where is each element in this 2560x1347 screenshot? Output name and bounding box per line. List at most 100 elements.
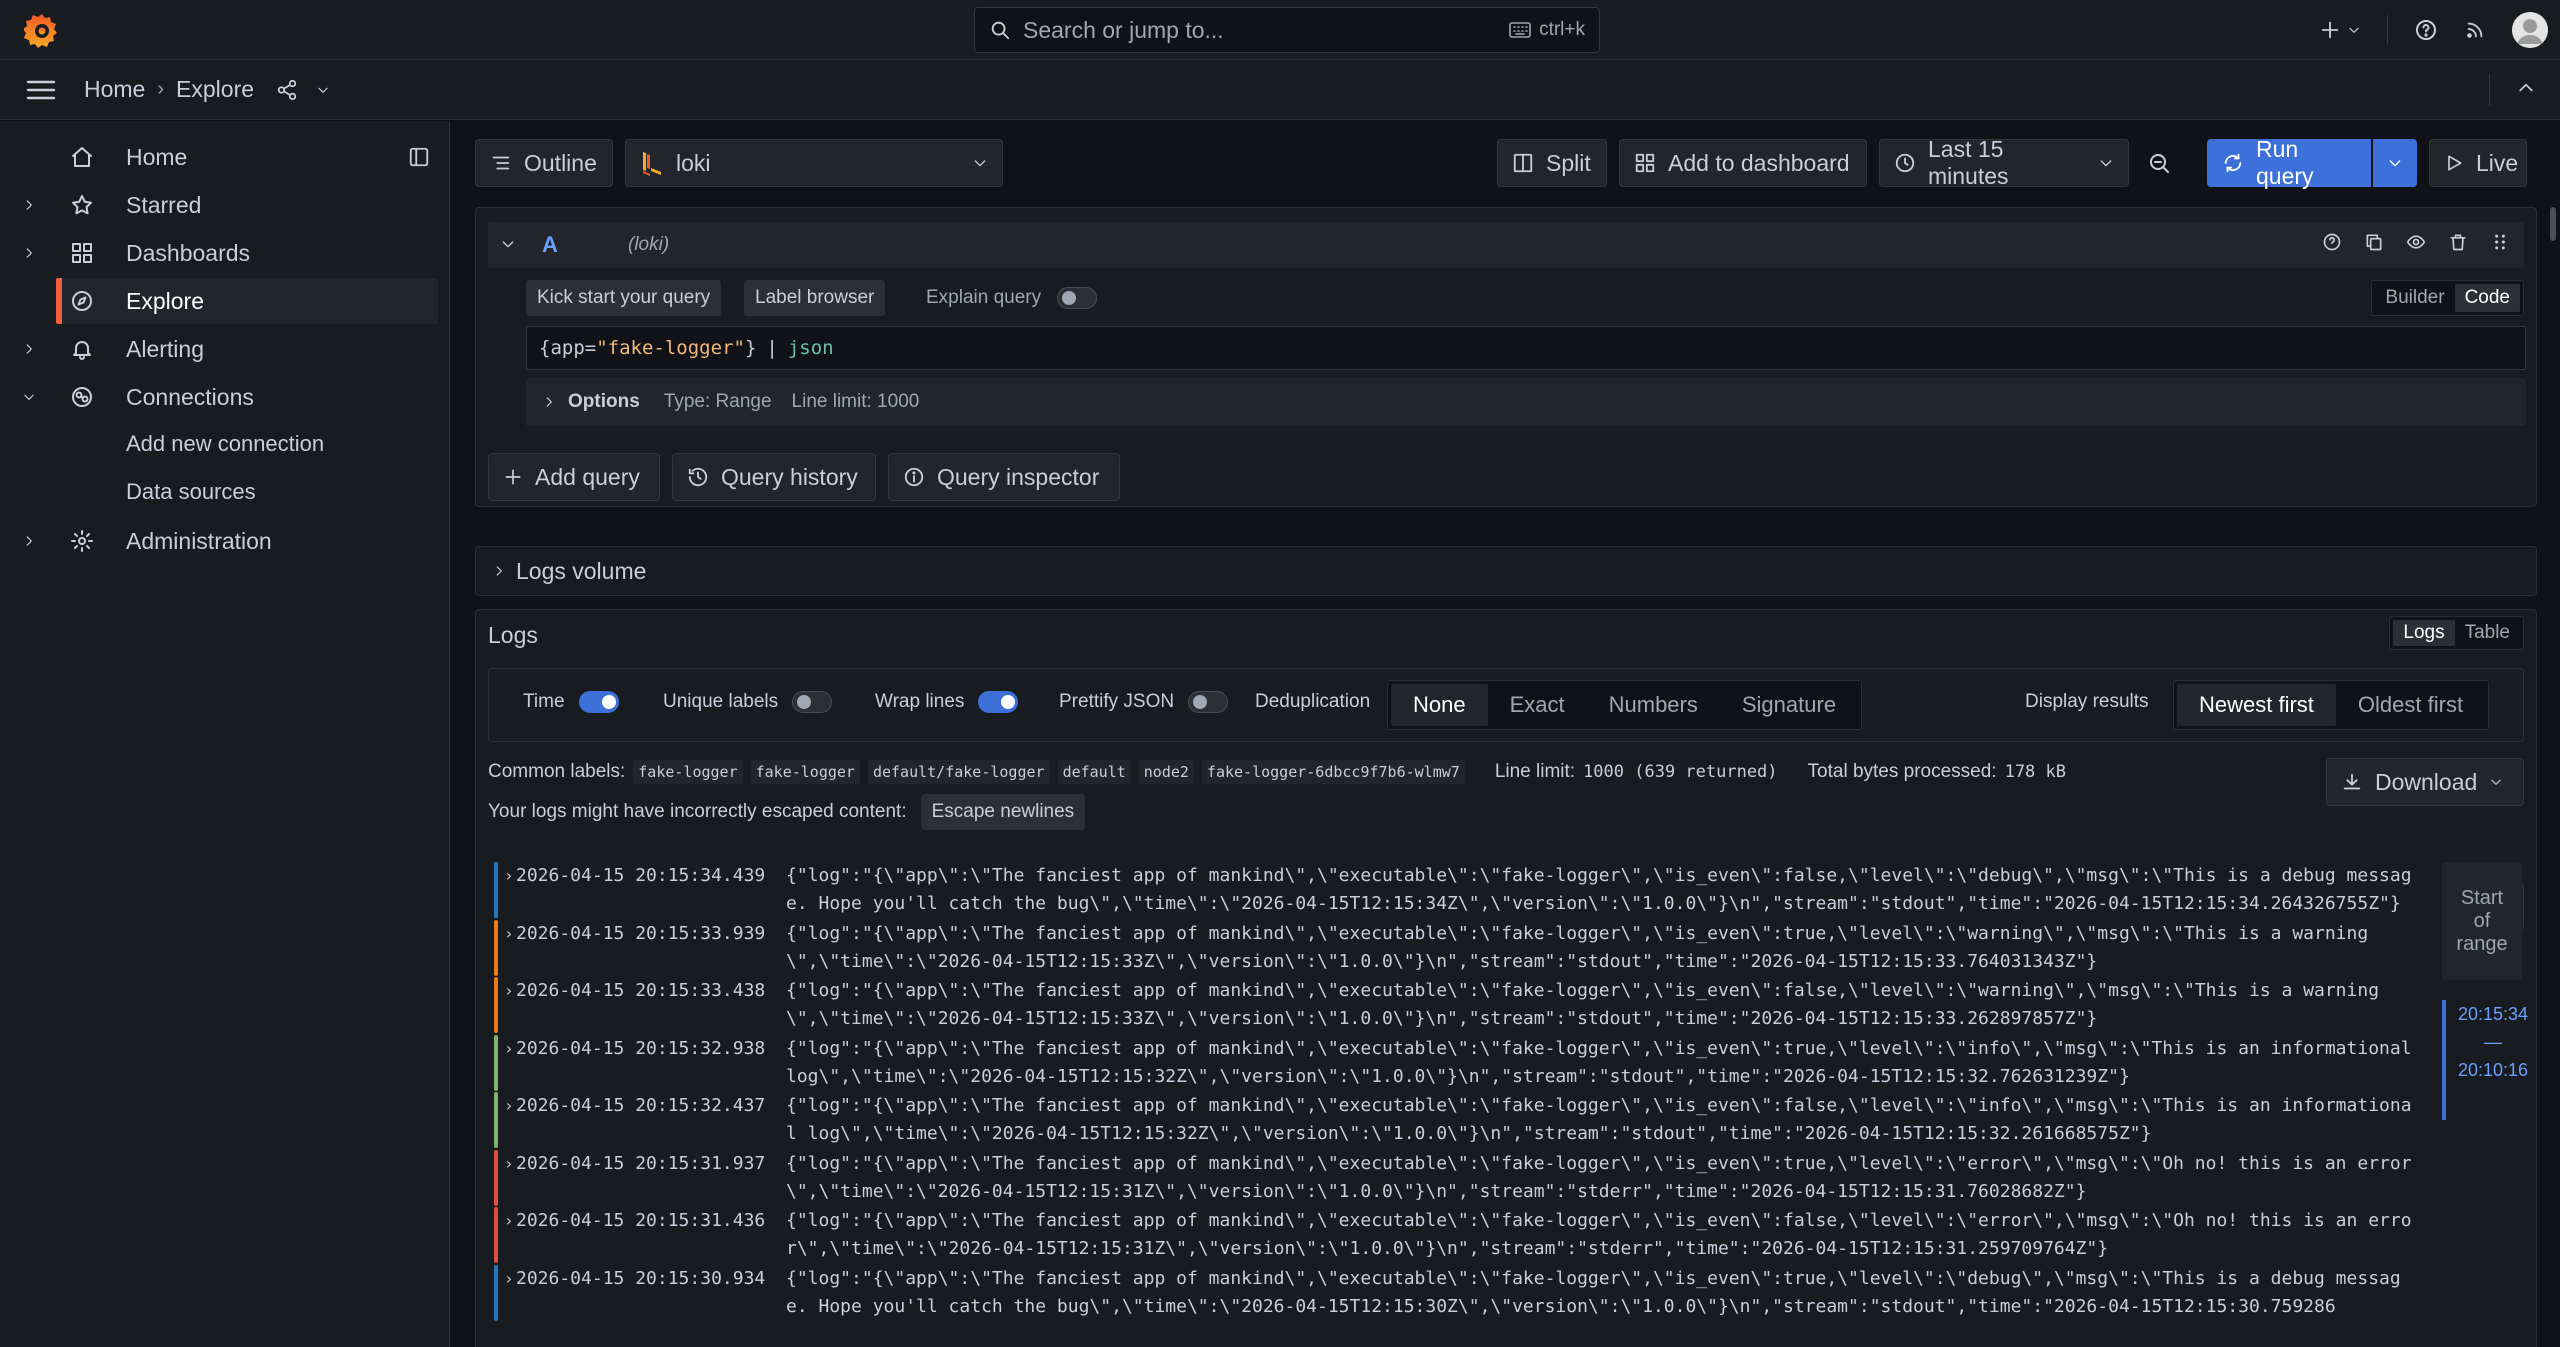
log-row[interactable]: › 2026-04-15 20:15:32.437 {"log":"{\"app\"… <box>488 1092 2418 1148</box>
order-newest-first[interactable]: Newest first <box>2177 684 2336 726</box>
share-icon[interactable] <box>276 79 298 101</box>
dedup-none[interactable]: None <box>1391 684 1488 726</box>
sidebar-item-home[interactable]: Home <box>0 134 438 180</box>
rss-icon[interactable] <box>2464 19 2486 41</box>
chevron-right-icon[interactable]: › <box>504 862 514 890</box>
label-chip: fake-logger-6dbcc9f7b6-wlmw7 <box>1201 760 1465 784</box>
sidebar-item-label: Starred <box>126 191 202 218</box>
download-button[interactable]: Download <box>2326 758 2524 806</box>
query-options-row[interactable]: Options Type: Range Line limit: 1000 <box>526 378 2526 426</box>
sidebar-item-alerting[interactable]: Alerting <box>0 326 438 372</box>
drag-handle-icon[interactable] <box>2490 232 2510 252</box>
log-row[interactable]: › 2026-04-15 20:15:30.934 {"log":"{\"app\"… <box>488 1264 2418 1321</box>
editor-mode-switch: Builder Code <box>2371 280 2524 316</box>
trash-icon[interactable] <box>2448 232 2468 252</box>
search-bar[interactable]: Search or jump to... ctrl+k <box>974 7 1600 53</box>
chevron-down-icon <box>2489 775 2503 789</box>
sidebar-item-label: Connections <box>126 383 254 410</box>
zoom-out-button[interactable] <box>2135 139 2183 187</box>
search-placeholder: Search or jump to... <box>1023 16 1224 43</box>
live-button[interactable]: Live <box>2429 139 2527 187</box>
view-logs[interactable]: Logs <box>2393 620 2455 646</box>
log-row[interactable]: › 2026-04-15 20:15:31.937 {"log":"{\"app\"… <box>488 1149 2418 1206</box>
range-end-time: 20:10:16 <box>2458 1060 2529 1080</box>
avatar[interactable] <box>2512 12 2548 48</box>
mode-code[interactable]: Code <box>2454 284 2520 312</box>
sidebar-item-label: Dashboards <box>126 239 251 266</box>
sidebar-item-add-new-connection[interactable]: Add new connection <box>126 431 324 457</box>
order-oldest-first[interactable]: Oldest first <box>2336 684 2485 726</box>
wrap-lines-toggle[interactable] <box>978 691 1019 713</box>
chevron-right-icon[interactable]: › <box>504 1150 514 1178</box>
query-inspector-button[interactable]: Query inspector <box>888 453 1120 501</box>
copy-icon[interactable] <box>2364 232 2384 252</box>
log-row[interactable]: › 2026-04-15 20:15:32.938 {"log":"{\"app\"… <box>488 1034 2418 1091</box>
chevron-right-icon[interactable] <box>22 342 36 356</box>
chevron-right-icon[interactable] <box>22 246 36 260</box>
grafana-logo[interactable] <box>24 12 60 48</box>
escape-newlines-button[interactable]: Escape newlines <box>920 794 1086 830</box>
run-query-options-button[interactable] <box>2373 139 2417 187</box>
label-chip: default/fake-logger <box>867 760 1050 784</box>
range-indicator[interactable]: 20:15:34 — 20:10:16 <box>2442 1000 2529 1120</box>
star-icon <box>70 193 94 217</box>
scrollbar-thumb[interactable] <box>2550 207 2556 241</box>
chevron-right-icon <box>542 395 556 409</box>
log-row[interactable]: › 2026-04-15 20:15:31.436 {"log":"{\"app\"… <box>488 1207 2418 1263</box>
log-row[interactable]: › 2026-04-15 20:15:33.939 {"log":"{\"app\"… <box>488 919 2418 976</box>
dedup-numbers[interactable]: Numbers <box>1587 684 1720 726</box>
mode-builder[interactable]: Builder <box>2375 284 2454 312</box>
query-ref-id[interactable]: A <box>542 232 558 258</box>
log-row[interactable]: › 2026-04-15 20:15:34.439 {"log":"{\"app\"… <box>488 862 2418 918</box>
outline-button[interactable]: Outline <box>475 139 613 187</box>
new-menu-button[interactable] <box>2319 19 2361 41</box>
prettify-json-toggle[interactable] <box>1188 691 1229 713</box>
add-to-dashboard-button[interactable]: Add to dashboard <box>1619 139 1867 187</box>
log-message: {"log":"{\"app\":\"The fanciest app of m… <box>786 865 2412 914</box>
query-history-button[interactable]: Query history <box>672 453 876 501</box>
dedup-signature[interactable]: Signature <box>1720 684 1858 726</box>
chevron-right-icon[interactable]: › <box>504 977 514 1005</box>
dedup-exact[interactable]: Exact <box>1488 684 1587 726</box>
view-table[interactable]: Table <box>2455 620 2520 646</box>
expr-parser: json <box>787 337 834 359</box>
sidebar-item-connections[interactable]: Connections <box>0 374 438 420</box>
datasource-picker[interactable]: loki <box>625 139 1003 187</box>
sidebar-item-label: Administration <box>126 527 272 554</box>
menu-icon[interactable] <box>26 78 56 102</box>
sidebar-item-administration[interactable]: Administration <box>0 518 438 564</box>
query-code-editor[interactable]: { app = "fake-logger" } | json <box>526 326 2526 370</box>
add-query-button[interactable]: Add query <box>488 453 660 501</box>
sidebar-item-dashboards[interactable]: Dashboards <box>0 230 438 276</box>
label-browser-button[interactable]: Label browser <box>744 280 886 316</box>
chevron-down-icon[interactable] <box>22 390 36 404</box>
chevron-right-icon[interactable]: › <box>504 1265 514 1293</box>
explain-query-toggle[interactable] <box>1057 287 1098 309</box>
sidebar-item-data-sources[interactable]: Data sources <box>126 479 256 505</box>
chevron-right-icon[interactable]: › <box>504 1035 514 1063</box>
chevron-right-icon[interactable]: › <box>504 1207 514 1235</box>
chevron-right-icon[interactable] <box>22 534 36 548</box>
chevron-right-icon[interactable] <box>22 198 36 212</box>
chevron-down-icon[interactable] <box>500 236 516 252</box>
chevron-down-icon[interactable] <box>316 83 330 97</box>
kick-start-button[interactable]: Kick start your query <box>526 280 722 316</box>
time-range-picker[interactable]: Last 15 minutes <box>1879 136 2129 189</box>
unique-labels-toggle[interactable] <box>792 691 833 713</box>
help-icon[interactable] <box>2322 232 2342 252</box>
logs-volume-panel[interactable]: Logs volume <box>475 546 2537 596</box>
log-row[interactable]: › 2026-04-15 20:15:33.438 {"log":"{\"app\"… <box>488 977 2418 1033</box>
chevron-up-icon[interactable] <box>2516 78 2536 98</box>
explain-query-label: Explain query <box>926 287 1042 308</box>
chevron-right-icon[interactable]: › <box>504 920 514 948</box>
sidebar-item-explore[interactable]: Explore <box>56 278 438 324</box>
chevron-right-icon[interactable]: › <box>504 1092 514 1120</box>
start-of-range-button[interactable]: Start of range <box>2442 862 2522 980</box>
eye-icon[interactable] <box>2406 232 2426 252</box>
time-toggle[interactable] <box>578 691 619 713</box>
breadcrumb-home[interactable]: Home <box>84 76 145 103</box>
split-button[interactable]: Split <box>1497 139 1607 187</box>
run-query-button[interactable]: Run query <box>2207 136 2371 189</box>
help-icon[interactable] <box>2414 18 2438 42</box>
sidebar-item-starred[interactable]: Starred <box>0 182 438 228</box>
